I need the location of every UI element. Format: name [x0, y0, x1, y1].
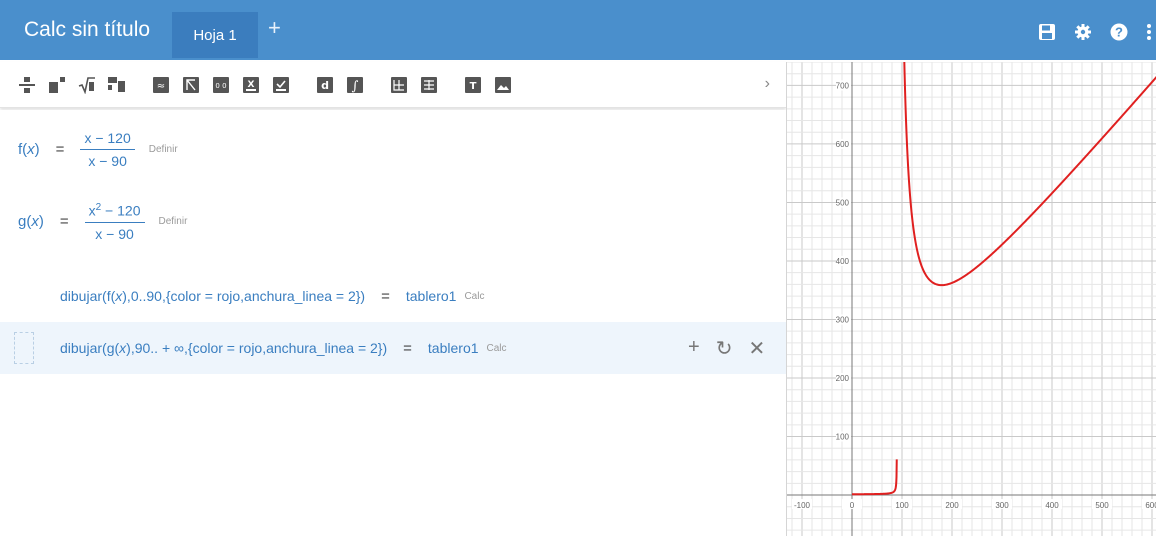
x-tick-label: 600 [1145, 501, 1156, 510]
text-icon[interactable]: T [458, 71, 488, 99]
plot-command-2[interactable]: dibujar(g(x),90.. + ∞,{color = rojo,anch… [60, 338, 507, 358]
matrix-icon[interactable]: 0 0 [206, 71, 236, 99]
fraction-g: x2 − 120 x − 90 [84, 202, 145, 242]
toolbar-scroll-right-button[interactable]: › [765, 75, 770, 93]
add-row-button[interactable]: + [688, 336, 700, 361]
derivative-icon[interactable]: d [310, 71, 340, 99]
table-icon[interactable] [414, 71, 444, 99]
define-tag: Definir [148, 144, 178, 155]
calc-tag: Calc [464, 290, 485, 302]
plot-command-1[interactable]: dibujar(f(x),0..90,{color = rojo,anchura… [60, 286, 484, 306]
save-icon[interactable] [1038, 23, 1056, 41]
plot-canvas[interactable]: -100 0 100 200 300 400 500 600 100 200 300 400 500 60… [787, 62, 1156, 536]
x-tick-label: 500 [1095, 501, 1109, 510]
define-tag: Definir [158, 216, 188, 228]
denominator: x − 90 [95, 225, 134, 242]
graph-board[interactable]: -100 0 100 200 300 400 500 600 100 200 300 400 500 60… [786, 62, 1156, 536]
simplify-icon[interactable]: ≈ [146, 71, 176, 99]
subscript-icon[interactable] [102, 71, 132, 99]
fraction-icon[interactable] [12, 71, 42, 99]
image-icon[interactable] [488, 71, 518, 99]
y-tick-label: 500 [836, 198, 850, 207]
function-var: x [27, 141, 35, 158]
plot-result: tablero1 [427, 340, 479, 356]
definition-f[interactable]: f(x) = x − 120 x − 90 Definir [18, 130, 178, 169]
row-drag-handle[interactable] [14, 332, 34, 364]
y-tick-label: 700 [836, 81, 850, 90]
tab-hoja-1[interactable]: Hoja 1 [172, 12, 258, 58]
y-tick-label: 100 [836, 433, 850, 442]
row-actions: + ↻ ✕ [688, 336, 765, 361]
y-tick-label: 300 [836, 315, 850, 324]
plot-result: tablero1 [405, 288, 457, 304]
svg-text:0 0: 0 0 [215, 82, 226, 90]
fraction-f: x − 120 x − 90 [80, 130, 135, 169]
app-title[interactable]: Calc sin título [24, 18, 150, 42]
series-g-line [903, 62, 1156, 287]
delete-row-button[interactable]: ✕ [748, 336, 765, 361]
tab-label: Hoja 1 [193, 26, 237, 44]
refresh-button[interactable]: ↻ [716, 336, 733, 361]
function-name-g: g [18, 213, 27, 231]
definition-g[interactable]: g(x) = x2 − 120 x − 90 Definir [18, 202, 187, 242]
x-tick-label: 200 [945, 501, 959, 510]
y-tick-label: 600 [836, 140, 850, 149]
svg-text:≈: ≈ [157, 81, 165, 92]
numerator: x2 − 120 [84, 202, 145, 223]
sqrt-icon[interactable] [72, 71, 102, 99]
svg-text:d: d [321, 79, 329, 92]
more-icon[interactable] [1146, 23, 1152, 41]
help-icon[interactable]: ? [1110, 23, 1128, 41]
x-tick-label: 400 [1045, 501, 1059, 510]
y-tick-label: 200 [836, 374, 850, 383]
svg-text:∫: ∫ [352, 79, 359, 93]
series-f-line [852, 459, 898, 496]
svg-text:?: ? [1115, 25, 1123, 40]
worksheet: f(x) = x − 120 x − 90 Definir g(x) = x2 … [0, 110, 786, 536]
toolbar: ≈ 0 0 X d ∫ T › [0, 62, 786, 108]
add-sheet-button[interactable]: + [268, 16, 281, 40]
equals-sign: = [55, 141, 65, 158]
solve-icon[interactable] [176, 71, 206, 99]
x-tick-label: -100 [794, 501, 811, 510]
superscript-icon[interactable] [42, 71, 72, 99]
x-tick-label: 100 [895, 501, 909, 510]
denominator: x − 90 [88, 153, 127, 169]
checkbox-icon[interactable] [266, 71, 296, 99]
calc-tag: Calc [486, 342, 507, 354]
equals-sign: = [403, 339, 412, 357]
svg-text:X: X [248, 80, 255, 90]
y-tick-label: 400 [836, 257, 850, 266]
svg-text:T: T [470, 81, 477, 92]
top-bar: Calc sin título Hoja 1 + ? [0, 0, 1156, 60]
numerator: x − 120 [80, 130, 135, 150]
function-var: x [31, 213, 39, 231]
equals-sign: = [381, 287, 390, 305]
x-tick-label: 300 [995, 501, 1009, 510]
x-tick-label: 0 [850, 501, 855, 510]
plot-icon[interactable] [384, 71, 414, 99]
settings-icon[interactable] [1074, 23, 1092, 41]
integral-icon[interactable]: ∫ [340, 71, 370, 99]
vector-icon[interactable]: X [236, 71, 266, 99]
top-icons: ? [1038, 22, 1156, 42]
equals-sign: = [59, 213, 69, 231]
